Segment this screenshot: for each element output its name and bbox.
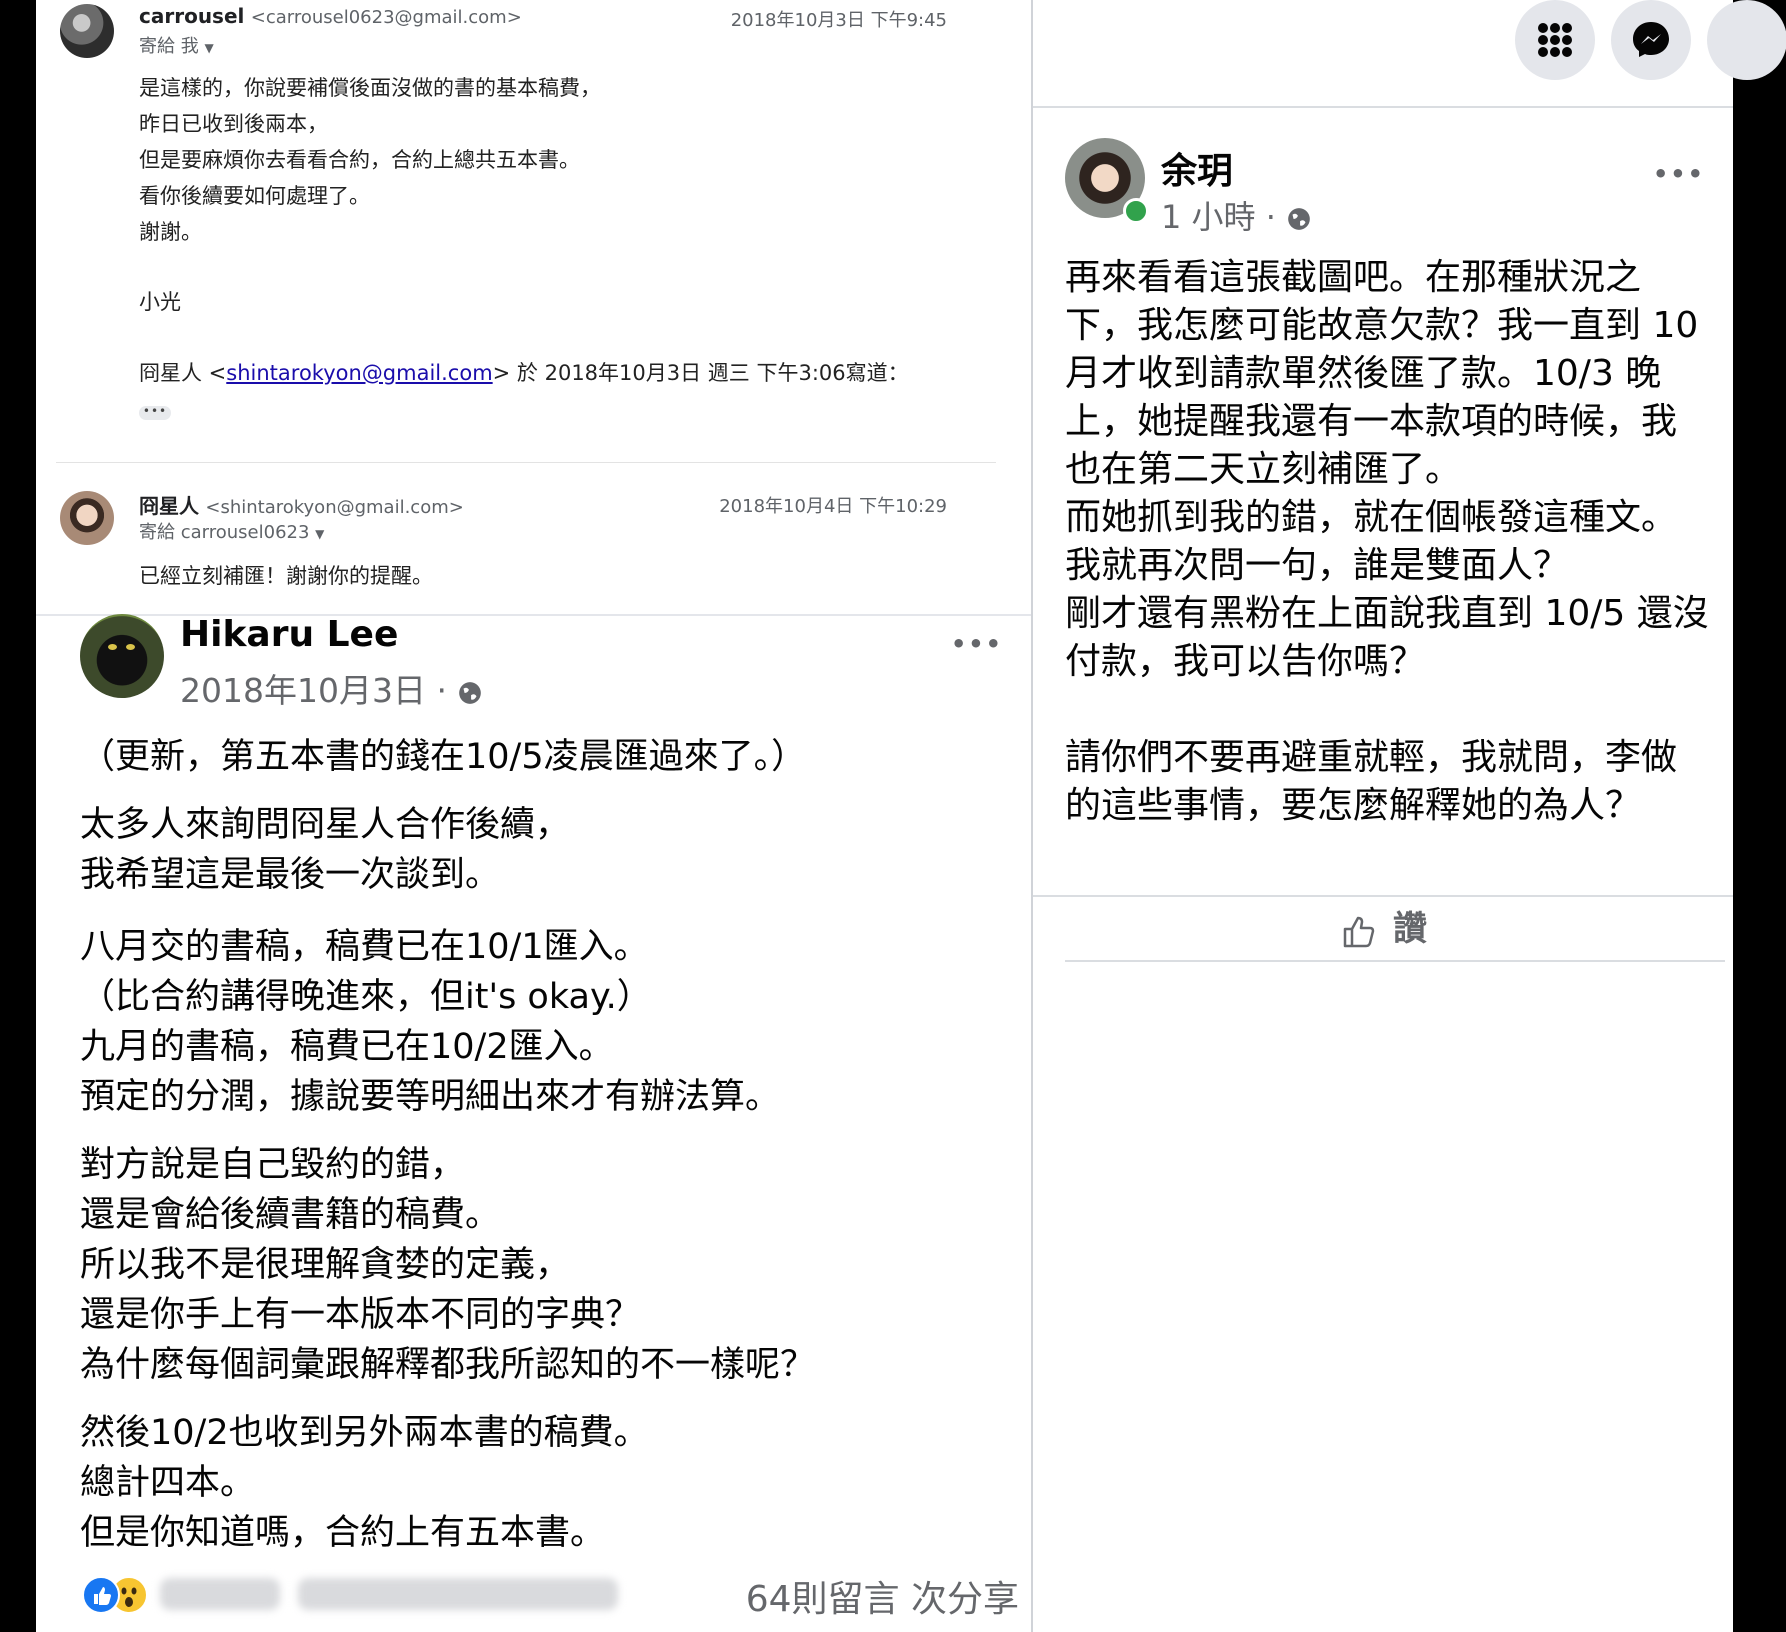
post-author-name[interactable]: 余玥 (1161, 142, 1233, 194)
post-text-line: 而她抓到我的錯，就在個帳發這種文。 (1065, 497, 1678, 538)
recipient-line[interactable]: 寄給 carrousel0623 ▼ (139, 518, 324, 544)
sender-email: <shintarokyon@gmail.com> (205, 497, 464, 518)
post-date[interactable]: 2018年10月3日 (180, 671, 426, 710)
email-body-line: 昨日已收到後兩本， (139, 112, 328, 136)
email-date: 2018年10月3日 下午9:45 (730, 10, 947, 31)
email-body-line: 已經立刻補匯！謝謝你的提醒。 (139, 564, 433, 588)
post-text-line: 再來看看這張截圖吧。在那種狀況之 (1065, 257, 1642, 298)
sender-name[interactable]: carrousel (139, 4, 244, 28)
post-text-line: 為什麼每個詞彙跟解釋都我所認知的不一樣呢？ (80, 1345, 816, 1385)
post-text-line: 所以我不是很理解貪婪的定義， (80, 1245, 571, 1285)
more-options-icon[interactable]: ••• (951, 630, 1003, 658)
post-text-line: 我就再次問一句，誰是雙面人？ (1065, 545, 1570, 586)
header-divider (1033, 106, 1733, 108)
author-avatar[interactable] (80, 614, 164, 698)
email-body-line: 謝謝。 (139, 220, 202, 244)
account-button[interactable] (1707, 0, 1786, 80)
post-text-line: 但是你知道嗎，合約上有五本書。 (80, 1513, 606, 1553)
globe-icon (459, 681, 482, 704)
email-body-line: 是這樣的，你說要補償後面沒做的書的基本稿費， (139, 76, 601, 100)
actions-divider-bottom (1065, 960, 1725, 962)
quoted-email-link[interactable]: shintarokyon@gmail.com (226, 361, 492, 385)
post-text-line: 請你們不要再避重就輕，我就問，李做 (1065, 737, 1678, 778)
right-screenshot-panel: 余玥 1 小時 · ••• 再來看看這張截圖吧。在那種狀況之 下，我怎麼可能故意… (1033, 0, 1786, 1632)
globe-icon (1288, 208, 1310, 230)
post-text-line: 然後10/2也收到另外兩本書的稿費。 (80, 1413, 649, 1453)
quote-suffix: > 於 2018年10月3日 週三 下午3:06寫道： (492, 361, 909, 385)
message-divider (56, 462, 996, 463)
grid-icon (1538, 23, 1572, 57)
like-label: 讚 (1393, 909, 1427, 949)
sender-line: carrousel <carrousel0623@gmail.com> (139, 4, 522, 28)
thumbs-up-icon (1343, 916, 1375, 947)
chevron-down-icon[interactable]: ▼ (204, 41, 213, 55)
post-text-line: 也在第二天立刻補匯了。 (1065, 449, 1462, 490)
like-button[interactable]: 讚 (1033, 900, 1733, 958)
like-reaction-icon[interactable] (82, 1576, 120, 1614)
menu-grid-button[interactable] (1515, 0, 1595, 80)
chevron-down-icon[interactable]: ▼ (315, 527, 324, 541)
email-body-line: 看你後續要如何處理了。 (139, 184, 370, 208)
sender-name[interactable]: 冏星人 (139, 494, 199, 518)
comments-shares-count[interactable]: 64則留言 次分享 (746, 1570, 1019, 1622)
post-text-line: 上，她提醒我還有一本款項的時候，我 (1065, 401, 1678, 442)
separator-dot: · (1265, 198, 1287, 236)
post-text-line: 對方說是自己毀約的錯， (80, 1145, 466, 1185)
email-body-line: 但是要麻煩你去看看合約，合約上總共五本書。 (139, 148, 580, 172)
post-text-line: （更新，第五本書的錢在10/5凌晨匯過來了。） (80, 737, 807, 777)
separator-dot: · (436, 671, 458, 710)
post-timestamp[interactable]: 1 小時 · (1161, 192, 1312, 238)
left-screenshot-panel: carrousel <carrousel0623@gmail.com> 寄給 我… (36, 0, 1031, 1632)
post-text-line: 的這些事情，要怎麼解釋她的為人？ (1065, 785, 1642, 826)
blurred-reactor-names (298, 1578, 618, 1610)
post-text-line: 九月的書稿，稿費已在10/2匯入。 (80, 1027, 614, 1067)
post-text-line: 我希望這是最後一次談到。 (80, 855, 501, 895)
email-signature: 小光 (139, 290, 181, 314)
show-trimmed-content-button[interactable]: ••• (139, 405, 171, 420)
more-options-icon[interactable]: ••• (1653, 160, 1705, 188)
post-author-name[interactable]: Hikaru Lee (180, 614, 398, 655)
post-text-line: （比合約講得晚進來，但it's okay.） (80, 977, 652, 1017)
sender-line: 冏星人 <shintarokyon@gmail.com> (139, 490, 464, 519)
post-text-line: 太多人來詢問冏星人合作後續， (80, 805, 571, 845)
post-text-line: 下，我怎麼可能故意欠款？我一直到 10 (1065, 305, 1699, 346)
post-date[interactable]: 1 小時 (1161, 198, 1256, 236)
messenger-icon (1633, 22, 1669, 57)
sender-avatar[interactable] (60, 491, 114, 545)
sender-email: <carrousel0623@gmail.com> (250, 7, 522, 28)
post-text-line: 剛才還有黑粉在上面說我直到 10/5 還沒 (1065, 593, 1709, 634)
messenger-button[interactable] (1611, 0, 1691, 80)
recipient-line[interactable]: 寄給 我 ▼ (139, 32, 214, 58)
blurred-reactor-names (160, 1578, 280, 1610)
online-status-indicator (1123, 198, 1149, 224)
post-text-line: 總計四本。 (80, 1463, 256, 1503)
email-date: 2018年10月4日 下午10:29 (719, 496, 947, 517)
post-text-line: 八月交的書稿，稿費已在10/1匯入。 (80, 927, 649, 967)
quote-header: 冏星人 <shintarokyon@gmail.com> 於 2018年10月3… (139, 357, 909, 387)
post-timestamp[interactable]: 2018年10月3日 · (180, 664, 483, 712)
recipient-label: 寄給 我 (139, 36, 199, 57)
post-text-line: 還是你手上有一本版本不同的字典？ (80, 1295, 641, 1335)
sender-avatar[interactable] (60, 4, 114, 58)
post-text-line: 月才收到請款單然後匯了款。10/3 晚 (1065, 353, 1662, 394)
post-text-line: 付款，我可以告你嗎？ (1065, 641, 1426, 682)
post-text-line: 預定的分潤，據說要等明細出來才有辦法算。 (80, 1077, 781, 1117)
post-text-line: 還是會給後續書籍的稿費。 (80, 1195, 501, 1235)
quote-prefix: 冏星人 < (139, 361, 227, 385)
actions-divider-top (1033, 895, 1733, 897)
recipient-label: 寄給 carrousel0623 (139, 522, 310, 543)
